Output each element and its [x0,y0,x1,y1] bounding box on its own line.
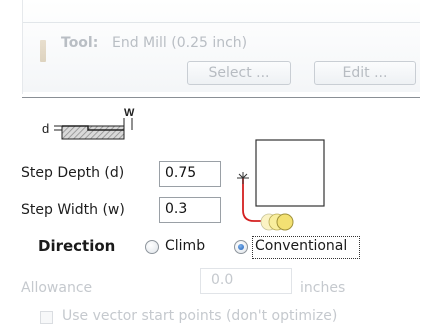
allowance-input[interactable]: 0.0 [200,268,292,294]
step-depth-label: Step Depth (d) [21,165,125,181]
tool-label: Tool: [61,35,99,51]
climb-label[interactable]: Climb [165,238,205,254]
tool-holder-icon [40,40,46,62]
depth-letter: d [42,121,49,136]
pocket-profile-icon: d W [42,107,135,140]
allowance-unit: inches [300,280,346,296]
step-width-input[interactable]: 0.3 [159,197,221,223]
step-depth-input[interactable]: 0.75 [159,161,221,187]
conventional-label[interactable]: Conventional [255,238,347,254]
climb-radio[interactable] [145,240,159,254]
cut-direction-diagram [237,139,325,231]
allowance-label: Allowance [21,280,93,296]
conventional-radio[interactable] [234,240,248,254]
width-letter: W [124,107,135,119]
top-divider [22,22,420,23]
direction-label: Direction [38,237,116,255]
step-width-label: Step Width (w) [21,202,125,218]
vector-start-label[interactable]: Use vector start points (don't optimize) [62,308,337,324]
select-tool-button[interactable]: Select ... [187,61,291,85]
section-divider-highlight [22,98,420,99]
vector-start-checkbox[interactable] [40,311,53,324]
panel-left-border [22,0,23,94]
tool-value: End Mill (0.25 inch) [112,35,248,51]
edit-tool-button[interactable]: Edit ... [314,61,416,85]
tool-circle-icon [276,213,294,231]
